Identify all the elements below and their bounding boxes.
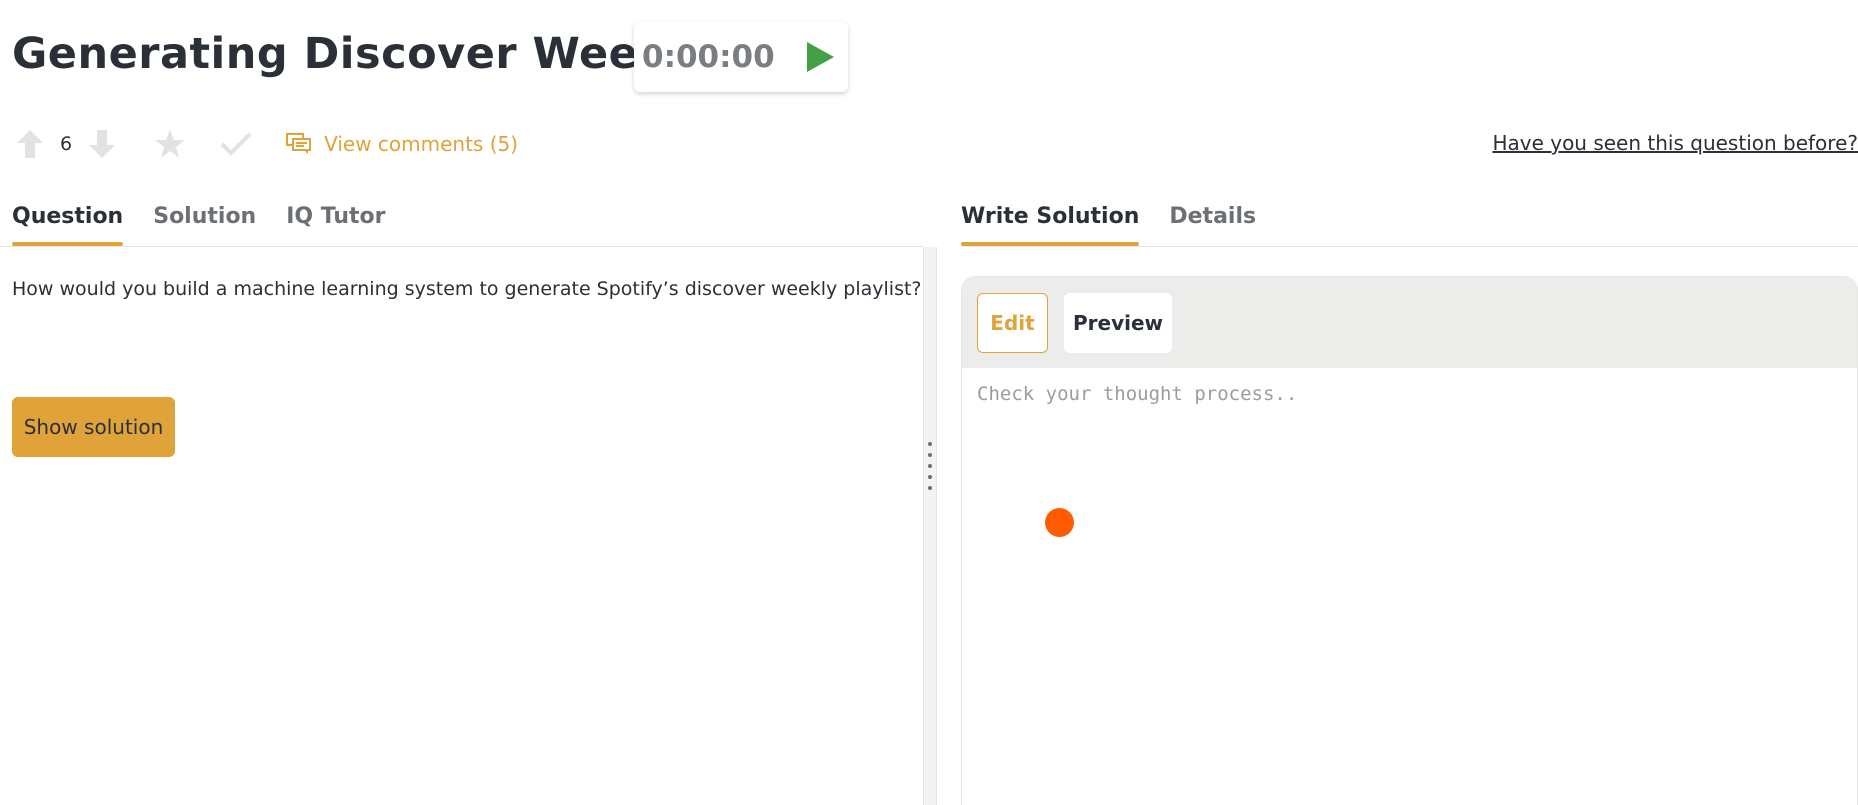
comments-icon — [286, 133, 312, 154]
show-solution-button[interactable]: Show solution — [12, 397, 175, 457]
upvote-button[interactable] — [16, 129, 44, 159]
view-comments-link[interactable]: View comments (5) — [286, 132, 518, 156]
favorite-button[interactable] — [154, 129, 186, 159]
question-actions: 6 View comments (5) — [16, 122, 518, 166]
page: Generating Discover Weekly 0:00:00 6 Vie… — [0, 0, 1858, 805]
pane-resize-handle[interactable] — [923, 247, 937, 805]
upvote-icon — [17, 130, 43, 158]
preview-mode-button[interactable]: Preview — [1064, 293, 1172, 353]
tab-solution[interactable]: Solution — [153, 200, 256, 246]
comments-label: View comments (5) — [324, 132, 519, 156]
drag-handle-icon — [928, 442, 932, 497]
downvote-button[interactable] — [88, 129, 116, 159]
mark-complete-button[interactable] — [220, 131, 252, 157]
question-text: How would you build a machine learning s… — [12, 278, 922, 300]
tab-divider-left — [0, 246, 923, 247]
question-tabs: Question Solution IQ Tutor — [12, 200, 416, 246]
tab-divider-right — [961, 246, 1858, 247]
check-icon — [220, 132, 252, 156]
page-title: Generating Discover Weekly — [12, 29, 712, 79]
play-button[interactable] — [800, 37, 840, 77]
timer-display: 0:00:00 — [642, 39, 775, 75]
vote-count: 6 — [60, 133, 73, 155]
downvote-icon — [89, 130, 116, 158]
editor-toolbar: Edit Preview — [962, 277, 1857, 368]
play-icon — [807, 42, 834, 72]
solution-tabs: Write Solution Details — [961, 200, 1286, 246]
edit-mode-button[interactable]: Edit — [977, 293, 1048, 353]
star-icon — [155, 130, 186, 158]
seen-question-link[interactable]: Have you seen this question before? — [1492, 131, 1858, 155]
tab-details[interactable]: Details — [1169, 200, 1256, 246]
tab-question[interactable]: Question — [12, 200, 124, 246]
tab-write-solution[interactable]: Write Solution — [961, 200, 1140, 246]
pointer-indicator — [1045, 508, 1074, 537]
tab-iq-tutor[interactable]: IQ Tutor — [286, 200, 385, 246]
solution-editor: Edit Preview — [961, 276, 1858, 805]
solution-input[interactable] — [962, 368, 1857, 805]
timer: 0:00:00 — [634, 22, 848, 92]
